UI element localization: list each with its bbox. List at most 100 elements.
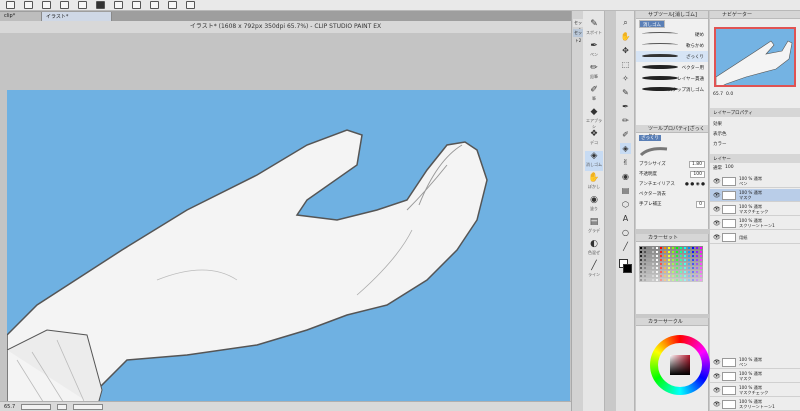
snap-icon[interactable]	[186, 1, 195, 9]
invert-selection-icon[interactable]	[150, 1, 159, 9]
vector-erase-row[interactable]: ベクター消去	[636, 189, 708, 199]
tool-color-mix[interactable]: ◐ 色混ぜ	[585, 239, 603, 259]
zoom-icon[interactable]: ⌕	[620, 17, 631, 28]
layer-row[interactable]: 👁 100 % 通常 マスク	[710, 370, 800, 383]
color-palette-grid[interactable]	[639, 246, 703, 286]
blend-mode-select[interactable]: 通常	[713, 165, 722, 171]
layer-name: スクリーントーン1	[739, 223, 775, 228]
layer-row[interactable]: 👁 100 % 通常 スクリーントーン1	[710, 398, 800, 411]
layer-blend-row[interactable]: 通常 100	[710, 163, 800, 172]
tab-illust[interactable]: イラスト*	[42, 12, 112, 21]
gradient-icon[interactable]: ▤	[620, 185, 631, 196]
color-swatch[interactable]	[699, 278, 703, 282]
layer-row[interactable]: 👁 用紙	[710, 231, 800, 244]
hand-icon[interactable]: ✋	[620, 31, 631, 42]
antialias-row[interactable]: アンチエイリアス ● ● ◉ ●	[636, 179, 708, 189]
line-icon: ╱	[591, 261, 597, 271]
tool-eraser[interactable]: ◈ 消しゴム	[585, 151, 603, 171]
tool-eyedropper[interactable]: ✎ スポイト	[585, 19, 603, 39]
canvas[interactable]	[7, 90, 570, 408]
transform-icon[interactable]	[114, 1, 123, 9]
clear-icon[interactable]	[96, 1, 105, 9]
color-mode-row[interactable]: カラー	[710, 139, 800, 148]
brush-through-layers[interactable]: レイヤー貫通	[636, 73, 708, 84]
eye-icon[interactable]: 👁	[713, 234, 721, 241]
layer-row[interactable]: 👁 100 % 通常 ペン	[710, 175, 800, 188]
saturation-value-square[interactable]	[670, 355, 690, 375]
deselect-icon[interactable]	[132, 1, 141, 9]
eye-icon[interactable]: 👁	[713, 359, 721, 366]
navigator-preview[interactable]	[714, 27, 796, 87]
layer-thumbnail	[722, 232, 736, 242]
eye-icon[interactable]: 👁	[713, 192, 721, 199]
eye-icon[interactable]: 👁	[713, 206, 721, 213]
ruler-icon[interactable]: ╱	[620, 241, 631, 252]
stabilization-row[interactable]: 手ブレ補正 0	[636, 199, 708, 209]
tool-gradient[interactable]: ▤ グラデ	[585, 217, 603, 237]
tab-clip[interactable]: clip*	[0, 12, 42, 21]
navigator-angle[interactable]: 0.0	[726, 92, 733, 97]
new-file-icon[interactable]	[6, 1, 15, 9]
layer-row[interactable]: 👁 100 % 通常 マスクチェック	[710, 203, 800, 216]
eyedropper-icon[interactable]: ✎	[620, 87, 631, 98]
opacity-value[interactable]: 100	[690, 170, 705, 178]
navigator-header: ナビゲーター	[710, 11, 800, 19]
select-icon[interactable]: ⬚	[620, 59, 631, 70]
brush-hard[interactable]: 硬め	[636, 29, 708, 40]
eraser-icon[interactable]: ◈	[620, 143, 631, 154]
tool-deco[interactable]: ❖ デコ	[585, 129, 603, 149]
save-icon[interactable]	[42, 1, 51, 9]
stabilization-value[interactable]: 0	[696, 200, 705, 208]
antialias-options[interactable]: ● ● ◉ ●	[685, 182, 705, 187]
opacity-row[interactable]: 不透明度 100	[636, 169, 708, 179]
set-2-button[interactable]: セット2	[573, 29, 583, 43]
brush-vector[interactable]: ベクター用	[636, 62, 708, 73]
balloon-icon[interactable]: ○	[620, 227, 631, 238]
pen-icon[interactable]: ✒	[620, 101, 631, 112]
brush-icon[interactable]: ✐	[620, 129, 631, 140]
tool-fill[interactable]: ◉ 塗り	[585, 195, 603, 215]
fill-icon[interactable]	[168, 1, 177, 9]
tool-blend[interactable]: ✋ ぼかし	[585, 173, 603, 193]
hue-wheel[interactable]	[650, 335, 710, 395]
brush-soft[interactable]: 軟らかめ	[636, 40, 708, 51]
set-1-button[interactable]: セット1	[573, 19, 583, 33]
text-icon[interactable]: A	[620, 213, 631, 224]
wand-icon[interactable]: ✧	[620, 73, 631, 84]
undo-icon[interactable]	[60, 1, 69, 9]
tool-pencil[interactable]: ✏ 鉛筆	[585, 63, 603, 83]
rotation-slider[interactable]	[73, 403, 104, 410]
blend-icon[interactable]: ✌	[620, 157, 631, 168]
tool-line[interactable]: ╱ ライン	[585, 261, 603, 281]
layer-row[interactable]: 👁 100 % 通常 ペン	[710, 356, 800, 369]
tool-brush[interactable]: ✐ 筆	[585, 85, 603, 105]
layer-row[interactable]: 👁 100 % 通常 マスクチェック	[710, 384, 800, 397]
brush-size-value[interactable]: 1.80	[688, 160, 705, 168]
shape-icon[interactable]: ⬡	[620, 199, 631, 210]
open-file-icon[interactable]	[24, 1, 33, 9]
color-mode-select[interactable]: カラー	[713, 141, 727, 147]
brush-rough[interactable]: ざっくり	[636, 51, 708, 62]
layer-row[interactable]: 👁 100 % 通常 スクリーントーン1	[710, 217, 800, 230]
fill-icon[interactable]: ◉	[620, 171, 631, 182]
subtool-tab[interactable]: 消しゴム	[639, 20, 665, 28]
rotate-button[interactable]	[57, 403, 68, 410]
layer-row[interactable]: 👁 100 % 通常 マスク	[710, 189, 800, 202]
brush-snap[interactable]: スナップ消しゴム	[636, 84, 708, 95]
sub-color-swatch[interactable]	[623, 264, 632, 273]
redo-icon[interactable]	[78, 1, 87, 9]
navigator-zoom[interactable]: 65.7	[713, 92, 723, 97]
move-icon[interactable]: ✥	[620, 45, 631, 56]
brush-size-row[interactable]: ブラシサイズ 1.80	[636, 159, 708, 169]
eye-icon[interactable]: 👁	[713, 373, 721, 380]
tool-airbrush[interactable]: ◆ エアブラシ	[585, 107, 603, 129]
eye-icon[interactable]: 👁	[713, 220, 721, 227]
eye-icon[interactable]: 👁	[713, 178, 721, 185]
canvas-area[interactable]	[0, 33, 571, 408]
eye-icon[interactable]: 👁	[713, 387, 721, 394]
zoom-slider[interactable]	[21, 403, 52, 410]
tool-pen[interactable]: ✒ ペン	[585, 41, 603, 61]
eye-icon[interactable]: 👁	[713, 401, 721, 408]
pencil-icon[interactable]: ✏	[620, 115, 631, 126]
layer-opacity[interactable]: 100	[725, 165, 734, 170]
